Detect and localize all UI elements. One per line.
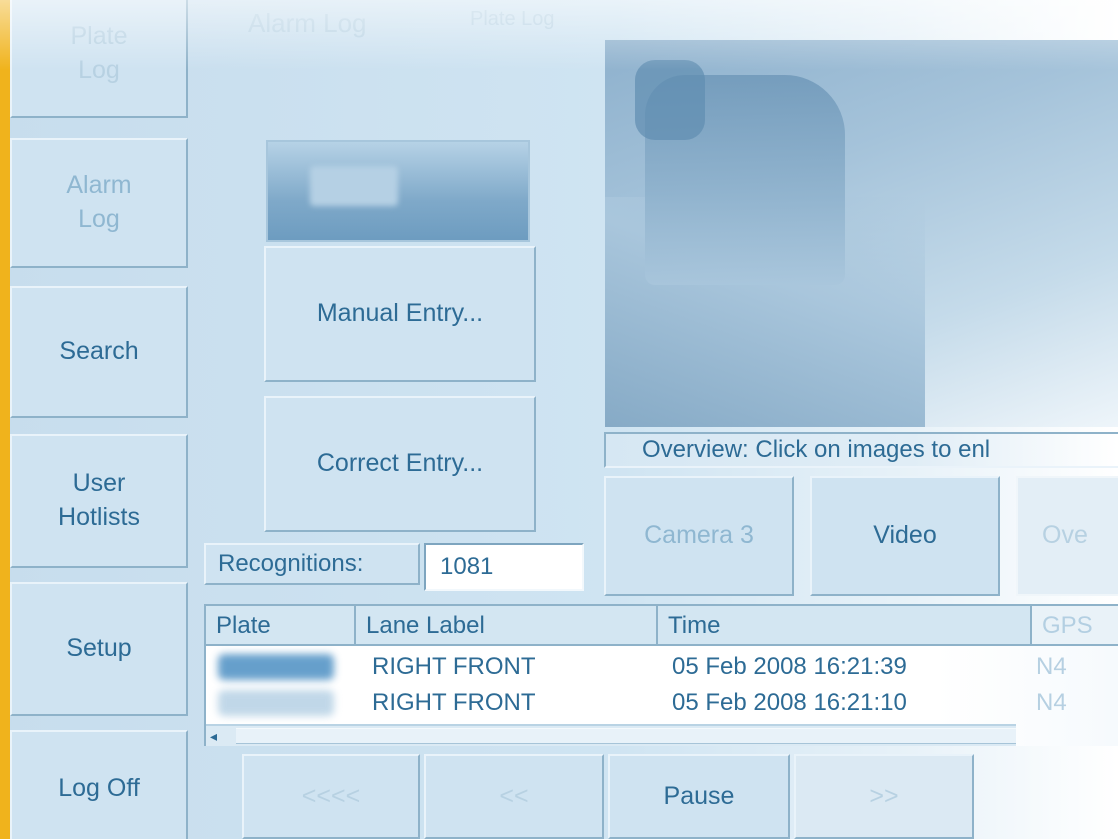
recognitions-count-field: 1081 [424,543,584,591]
sidebar-item-setup[interactable]: Setup [10,582,188,716]
plate-redacted [218,690,334,716]
cell-gps: N4 [1036,689,1067,716]
cell-lane-label: RIGHT FRONT [372,689,536,716]
table-header: Plate Lane Label Time GPS [206,606,1118,648]
recognitions-table[interactable]: Plate Lane Label Time GPS RIGHT FRONT 05… [204,604,1118,746]
sidebar-item-log-off[interactable]: Log Off [10,730,188,839]
cell-lane-label: RIGHT FRONT [372,653,536,680]
table-row[interactable]: RIGHT FRONT 05 Feb 2008 16:21:39 N4 [206,648,1118,686]
forward-button[interactable]: >> [794,754,974,839]
cell-time: 05 Feb 2008 16:21:39 [672,653,907,680]
scrollbar-thumb[interactable] [236,728,1016,744]
plate-preview-image [266,140,530,242]
camera-overview-image[interactable] [605,40,1118,427]
plate-blur [310,166,398,206]
cell-time: 05 Feb 2008 16:21:10 [672,689,907,716]
column-header-plate[interactable]: Plate [206,606,356,646]
rewind-fast-button[interactable]: <<<< [242,754,420,839]
tab-plate-log[interactable]: Plate Log [470,8,555,31]
video-button[interactable]: Video [810,476,1000,596]
sidebar-item-plate-log[interactable]: Plate Log [10,0,188,118]
camera-3-button[interactable]: Camera 3 [604,476,794,596]
column-header-lane-label[interactable]: Lane Label [356,606,658,646]
manual-entry-button[interactable]: Manual Entry... [264,246,536,382]
overview-button[interactable]: Ove [1016,476,1118,596]
app-window: Plate Log Alarm Log Search User Hotlists… [0,0,1118,839]
pause-button[interactable]: Pause [608,754,790,839]
vehicle-rear [635,60,705,140]
accent-bar [0,0,10,839]
correct-entry-button[interactable]: Correct Entry... [264,396,536,532]
recognitions-label: Recognitions: [204,543,420,585]
sidebar-item-alarm-log[interactable]: Alarm Log [10,138,188,268]
table-row[interactable]: RIGHT FRONT 05 Feb 2008 16:21:10 N4 [206,684,1118,722]
rewind-button[interactable]: << [424,754,604,839]
horizontal-scrollbar[interactable]: ◂ [206,724,1016,746]
sidebar-item-user-hotlists[interactable]: User Hotlists [10,434,188,568]
scroll-left-arrow-icon[interactable]: ◂ [210,728,228,744]
column-header-gps[interactable]: GPS [1032,606,1118,646]
tab-alarm-log[interactable]: Alarm Log [248,8,367,39]
overview-caption: Overview: Click on images to enl [604,432,1118,468]
plate-redacted [218,654,334,680]
sidebar-item-search[interactable]: Search [10,286,188,418]
column-header-time[interactable]: Time [658,606,1032,646]
cell-gps: N4 [1036,653,1067,680]
